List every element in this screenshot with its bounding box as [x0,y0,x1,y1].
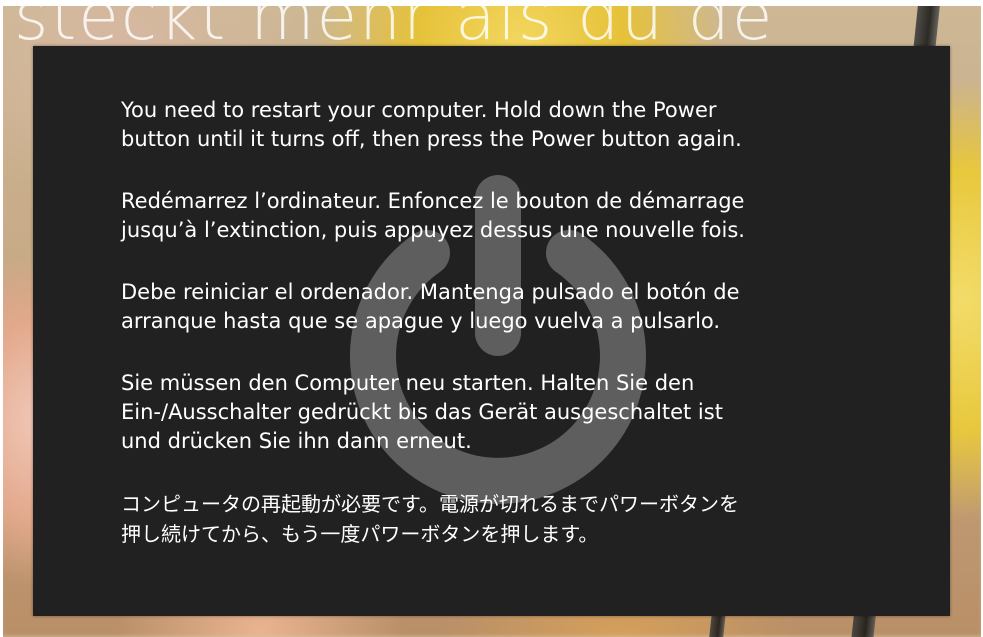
screen-edge-top [0,0,983,6]
message-german: Sie müssen den Computer neu starten. Hal… [121,371,723,453]
screen: steckt mehr als du de You need to restar… [0,0,983,637]
message-japanese: コンピュータの再起動が必要です。電源が切れるまでパワーボタンを 押し続けてから、… [121,492,739,546]
message-french: Redémarrez l’ordinateur. Enfoncez le bou… [121,189,745,242]
message-spanish: Debe reiniciar el ordenador. Mantenga pu… [121,280,740,333]
message-english: You need to restart your computer. Hold … [121,98,742,151]
restart-messages: You need to restart your computer. Hold … [121,96,911,582]
screen-edge-left [0,0,3,637]
kernel-panic-panel: You need to restart your computer. Hold … [33,46,950,616]
